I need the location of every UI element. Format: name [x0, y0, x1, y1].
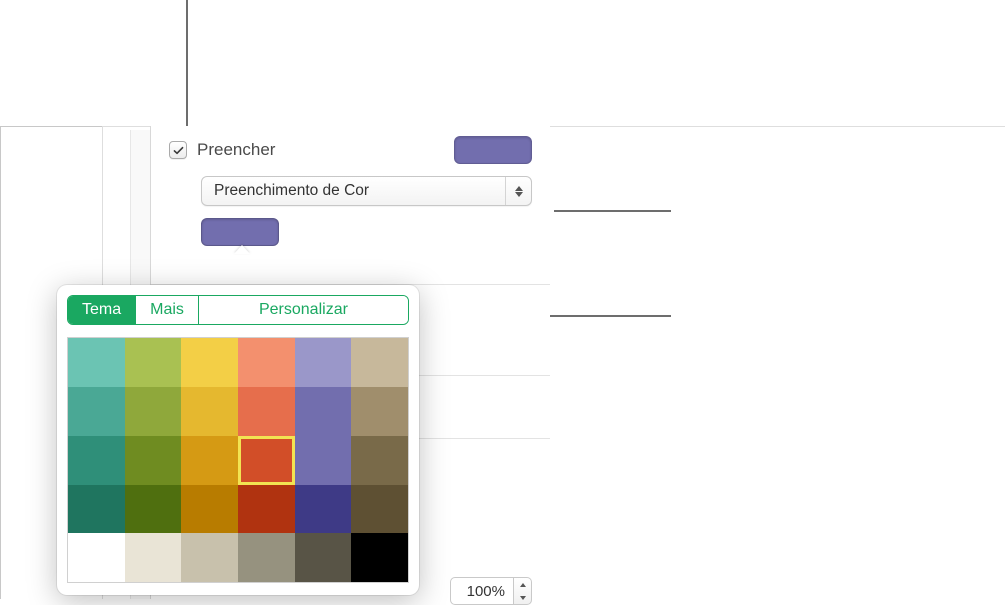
color-swatch[interactable]: [295, 485, 352, 534]
color-swatch[interactable]: [238, 436, 295, 485]
color-swatch[interactable]: [238, 387, 295, 436]
fill-type-value: Preenchimento de Cor: [214, 182, 369, 200]
dropdown-arrows-icon: [505, 177, 531, 205]
color-swatch[interactable]: [68, 436, 125, 485]
color-swatch[interactable]: [125, 338, 182, 387]
color-swatch[interactable]: [125, 533, 182, 582]
color-swatch[interactable]: [238, 533, 295, 582]
opacity-control: [450, 577, 532, 605]
color-swatch[interactable]: [295, 436, 352, 485]
tab-personalizar[interactable]: Personalizar: [199, 296, 408, 324]
tab-label: Mais: [150, 301, 184, 319]
fill-sample-swatch[interactable]: [454, 136, 532, 164]
callout-line: [554, 210, 671, 212]
color-swatch[interactable]: [238, 338, 295, 387]
color-swatch[interactable]: [68, 533, 125, 582]
fill-type-dropdown[interactable]: Preenchimento de Cor: [201, 176, 532, 206]
color-popover: Tema Mais Personalizar: [57, 285, 419, 595]
fill-checkbox[interactable]: [169, 141, 187, 159]
color-swatch[interactable]: [68, 387, 125, 436]
color-swatch[interactable]: [181, 387, 238, 436]
opacity-stepper[interactable]: [514, 577, 532, 605]
color-swatch[interactable]: [181, 533, 238, 582]
stepper-up-icon[interactable]: [514, 578, 531, 591]
popover-tabs: Tema Mais Personalizar: [67, 295, 409, 325]
fill-color-well[interactable]: [201, 218, 279, 246]
color-swatch[interactable]: [238, 485, 295, 534]
tab-mais[interactable]: Mais: [136, 296, 199, 324]
color-swatch[interactable]: [181, 338, 238, 387]
tab-label: Personalizar: [259, 301, 348, 319]
color-swatch[interactable]: [125, 436, 182, 485]
color-swatch[interactable]: [181, 436, 238, 485]
color-swatch[interactable]: [351, 485, 408, 534]
color-swatch[interactable]: [181, 485, 238, 534]
opacity-input[interactable]: [450, 577, 514, 605]
stepper-down-icon[interactable]: [514, 591, 531, 604]
color-swatch[interactable]: [125, 387, 182, 436]
color-swatch[interactable]: [295, 338, 352, 387]
color-swatch[interactable]: [68, 485, 125, 534]
checkmark-icon: [172, 144, 185, 157]
color-swatch[interactable]: [351, 387, 408, 436]
fill-label: Preencher: [197, 140, 275, 160]
color-swatch[interactable]: [295, 533, 352, 582]
color-swatch[interactable]: [295, 387, 352, 436]
tab-tema[interactable]: Tema: [68, 296, 136, 324]
color-swatch[interactable]: [351, 436, 408, 485]
color-swatch[interactable]: [351, 338, 408, 387]
color-swatch[interactable]: [68, 338, 125, 387]
tab-label: Tema: [82, 301, 121, 319]
color-swatch[interactable]: [351, 533, 408, 582]
theme-swatch-grid: [67, 337, 409, 583]
color-swatch[interactable]: [125, 485, 182, 534]
callout-line: [186, 0, 188, 140]
fill-row: Preencher: [151, 126, 550, 172]
